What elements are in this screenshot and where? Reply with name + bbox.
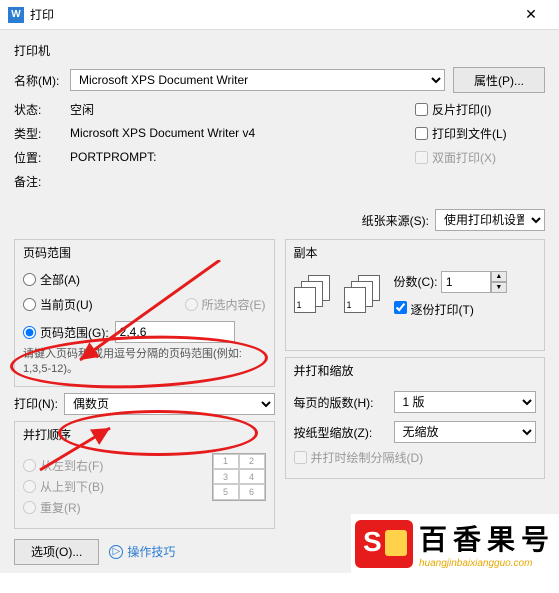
where-value: PORTPROMPT: [70, 150, 415, 164]
play-icon: ▷ [109, 545, 123, 559]
range-hint: 请键入页码和/或用逗号分隔的页码范围(例如: 1,3,5-12)。 [23, 347, 266, 378]
scale-to-paper-select[interactable]: 无缩放 [394, 421, 537, 443]
order-lr-radio: 从左到右(F) [23, 457, 198, 474]
collate-checkbox[interactable]: 逐份打印(T) [394, 301, 507, 318]
print-what-label: 打印(N): [14, 395, 58, 412]
close-button[interactable]: ✕ [511, 3, 551, 27]
properties-button[interactable]: 属性(P)... [453, 67, 545, 93]
paper-source-label: 纸张来源(S): [362, 212, 429, 229]
range-current-radio[interactable]: 当前页(U) [23, 296, 185, 313]
reverse-print-checkbox[interactable]: 反片打印(I) [415, 101, 545, 118]
order-repeat-radio: 重复(R) [23, 499, 198, 516]
scale-title: 并打和缩放 [286, 358, 545, 383]
range-title: 页码范围 [15, 240, 274, 265]
app-icon: W [8, 7, 24, 23]
range-pages-radio[interactable]: 页码范围(G): [23, 321, 266, 343]
print-to-file-checkbox[interactable]: 打印到文件(L) [415, 125, 545, 142]
where-label: 位置: [14, 149, 70, 166]
order-tb-radio: 从上到下(B) [23, 478, 198, 495]
status-label: 状态: [14, 101, 70, 118]
copies-down[interactable]: ▼ [491, 282, 507, 293]
draw-lines-checkbox: 并打时绘制分隔线(D) [294, 449, 537, 466]
range-selection-radio: 所选内容(E) [185, 296, 266, 313]
copies-label: 份数(C): [394, 275, 438, 289]
watermark-icon [355, 520, 413, 568]
printer-name-select[interactable]: Microsoft XPS Document Writer [70, 69, 445, 91]
order-title: 并打顺序 [15, 422, 274, 447]
tips-link[interactable]: ▷ 操作技巧 [109, 543, 175, 560]
range-all-radio[interactable]: 全部(A) [23, 271, 266, 288]
watermark: 百香果号 huangjinbaixiangguo.com [351, 514, 559, 573]
name-label: 名称(M): [14, 72, 70, 89]
page-range-input[interactable] [115, 321, 235, 343]
collate-diagram: 321 321 [294, 275, 380, 315]
paper-source-select[interactable]: 使用打印机设置 [435, 209, 545, 231]
duplex-checkbox: 双面打印(X) [415, 149, 545, 166]
copies-title: 副本 [286, 240, 545, 265]
pps-label: 每页的版数(H): [294, 394, 394, 411]
fit-label: 按纸型缩放(Z): [294, 424, 394, 441]
type-value: Microsoft XPS Document Writer v4 [70, 126, 415, 140]
printer-section-title: 打印机 [14, 38, 545, 63]
window-title: 打印 [30, 6, 511, 23]
print-what-select[interactable]: 偶数页 [64, 393, 275, 415]
status-value: 空闲 [70, 101, 415, 118]
options-button[interactable]: 选项(O)... [14, 539, 99, 565]
order-diagram: 123456 [212, 453, 266, 501]
comment-label: 备注: [14, 173, 70, 190]
pages-per-sheet-select[interactable]: 1 版 [394, 391, 537, 413]
copies-up[interactable]: ▲ [491, 271, 507, 282]
type-label: 类型: [14, 125, 70, 142]
copies-input[interactable] [441, 271, 491, 293]
